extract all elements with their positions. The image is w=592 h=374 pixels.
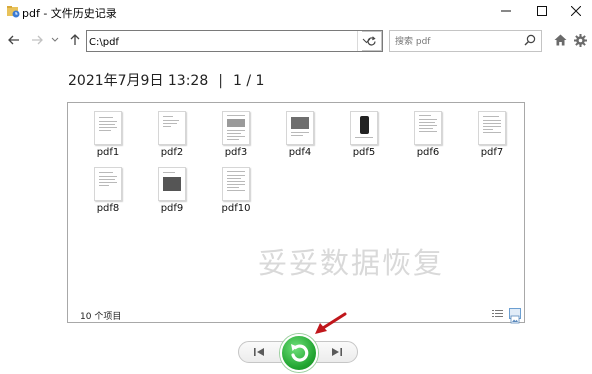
chevron-down-icon <box>51 37 59 42</box>
file-item[interactable]: pdf9 <box>143 167 201 221</box>
file-item[interactable]: pdf8 <box>79 167 137 221</box>
home-icon[interactable] <box>554 34 567 46</box>
file-name: pdf8 <box>96 203 120 214</box>
refresh-icon <box>367 35 376 45</box>
close-icon <box>571 6 581 16</box>
maximize-icon <box>537 6 547 16</box>
files-panel: pdf1 pdf2 pdf3 pdf4 pdf5 pdf6 pdf7 pdf8 … <box>67 102 525 324</box>
pdf-thumbnail <box>414 111 442 145</box>
file-name: pdf5 <box>352 147 376 158</box>
watermark: 妥妥数据恢复 <box>258 246 445 280</box>
pdf-thumbnail <box>158 111 186 145</box>
forward-button[interactable] <box>28 31 46 49</box>
gear-icon[interactable] <box>574 34 587 47</box>
header-separator: | <box>218 73 223 89</box>
file-name: pdf9 <box>160 203 184 214</box>
address-input[interactable] <box>89 34 349 50</box>
item-count: 10 个项目 <box>80 312 122 322</box>
page-indicator: 1 / 1 <box>232 73 265 89</box>
pdf-thumbnail <box>222 167 250 201</box>
file-item[interactable]: pdf6 <box>399 111 457 165</box>
up-button[interactable] <box>66 31 84 49</box>
restore-button[interactable] <box>280 334 318 372</box>
file-item[interactable]: pdf5 <box>335 111 393 165</box>
search-icon[interactable] <box>524 34 536 46</box>
restore-icon <box>291 344 309 362</box>
annotation-arrow-icon <box>315 312 347 334</box>
pdf-thumbnail <box>478 111 506 145</box>
details-view-icon[interactable] <box>492 309 503 319</box>
file-item[interactable]: pdf3 <box>207 111 265 165</box>
file-item[interactable]: pdf10 <box>207 167 265 221</box>
pdf-thumbnail <box>222 111 250 145</box>
address-bar[interactable] <box>86 30 383 52</box>
previous-version-button[interactable] <box>250 344 268 360</box>
pdf-thumbnail <box>286 111 314 145</box>
pdf-thumbnail <box>94 111 122 145</box>
search-input[interactable] <box>395 35 515 49</box>
folder-history-icon <box>7 6 20 18</box>
skip-next-icon <box>332 348 342 356</box>
file-item[interactable]: pdf7 <box>463 111 521 165</box>
backup-date: 2021年7月9日 13:28 <box>68 73 209 89</box>
refresh-button[interactable] <box>362 31 382 51</box>
file-name: pdf4 <box>288 147 312 158</box>
next-version-button[interactable] <box>328 344 346 360</box>
arrow-right-icon <box>32 35 43 45</box>
skip-previous-icon <box>254 348 264 356</box>
close-button[interactable] <box>558 0 592 22</box>
maximize-button[interactable] <box>524 0 560 22</box>
minimize-button[interactable] <box>488 0 524 22</box>
arrow-up-icon <box>70 34 80 45</box>
file-name: pdf10 <box>221 203 251 214</box>
back-button[interactable] <box>5 31 23 49</box>
navigation-bar <box>0 26 592 54</box>
file-name: pdf7 <box>480 147 504 158</box>
pdf-thumbnail <box>94 167 122 201</box>
recent-dropdown-button[interactable] <box>46 31 64 49</box>
backup-header: 2021年7月9日 13:28 | 1 / 1 <box>68 70 264 90</box>
file-item[interactable]: pdf1 <box>79 111 137 165</box>
large-icons-view-button[interactable] <box>509 308 521 324</box>
file-name: pdf3 <box>224 147 248 158</box>
large-icons-view-icon <box>510 315 520 324</box>
file-name: pdf2 <box>160 147 184 158</box>
pdf-thumbnail <box>350 111 378 145</box>
search-box[interactable] <box>389 30 542 52</box>
arrow-left-icon <box>8 35 19 45</box>
file-name: pdf1 <box>96 147 120 158</box>
window-title: pdf - 文件历史记录 <box>22 7 117 20</box>
minimize-icon <box>501 10 511 12</box>
file-item[interactable]: pdf2 <box>143 111 201 165</box>
title-bar: pdf - 文件历史记录 <box>0 0 592 24</box>
file-item[interactable]: pdf4 <box>271 111 329 165</box>
file-name: pdf6 <box>416 147 440 158</box>
pdf-thumbnail <box>158 167 186 201</box>
